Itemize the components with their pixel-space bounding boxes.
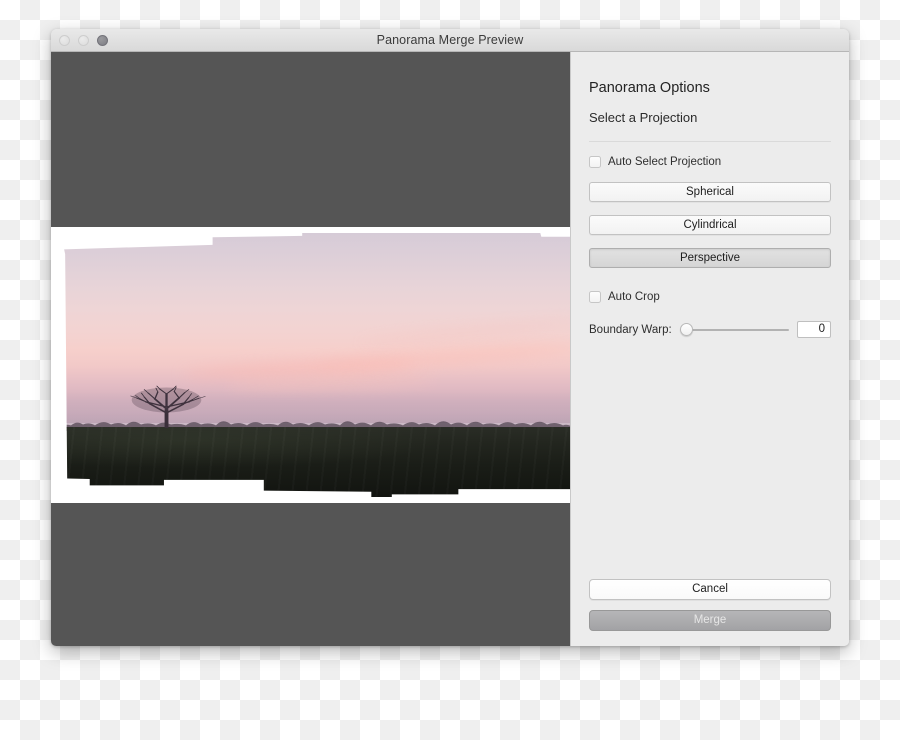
panorama-preview-pane[interactable] [51,52,570,646]
cancel-button[interactable]: Cancel [589,579,831,600]
zoom-button-icon[interactable] [97,34,108,46]
oak-tree-silhouette [130,385,206,429]
field-texture [64,427,570,497]
projection-button-group: Spherical Cylindrical Perspective [589,182,831,268]
window-titlebar[interactable]: Panorama Merge Preview [51,29,849,52]
boundary-warp-label: Boundary Warp: [589,323,672,336]
panel-divider [589,141,831,142]
boundary-warp-slider[interactable] [679,322,789,337]
panorama-canvas [51,227,570,503]
boundary-warp-value-field[interactable]: 0 [797,321,831,338]
auto-select-projection-checkbox[interactable] [589,156,601,168]
projection-button-spherical[interactable]: Spherical [589,182,831,202]
auto-crop-checkbox[interactable] [589,291,601,303]
panel-title: Panorama Options [589,80,710,96]
merge-button[interactable]: Merge [589,610,831,631]
slider-track [679,328,789,331]
close-button-icon[interactable] [59,34,70,46]
auto-crop-row[interactable]: Auto Crop [589,291,831,303]
panel-footer: Cancel Merge [589,579,831,631]
minimize-button-icon[interactable] [78,34,89,46]
panorama-image [64,233,570,497]
auto-select-projection-row[interactable]: Auto Select Projection [589,156,831,168]
panel-subtitle: Select a Projection [589,110,698,125]
auto-select-projection-label: Auto Select Projection [608,156,722,168]
panorama-merge-window: Panorama Merge Preview Panorama Options … [51,29,849,646]
boundary-warp-row: Boundary Warp: 0 [589,321,831,338]
panorama-options-panel: Panorama Options Select a Projection Aut… [570,52,849,646]
window-body: Panorama Options Select a Projection Aut… [51,52,849,646]
slider-thumb[interactable] [679,322,693,336]
window-controls [59,29,108,51]
auto-crop-label: Auto Crop [608,291,660,303]
projection-button-cylindrical[interactable]: Cylindrical [589,215,831,235]
projection-button-perspective[interactable]: Perspective [589,248,831,268]
field-foreground [64,427,570,497]
window-title: Panorama Merge Preview [376,33,524,47]
